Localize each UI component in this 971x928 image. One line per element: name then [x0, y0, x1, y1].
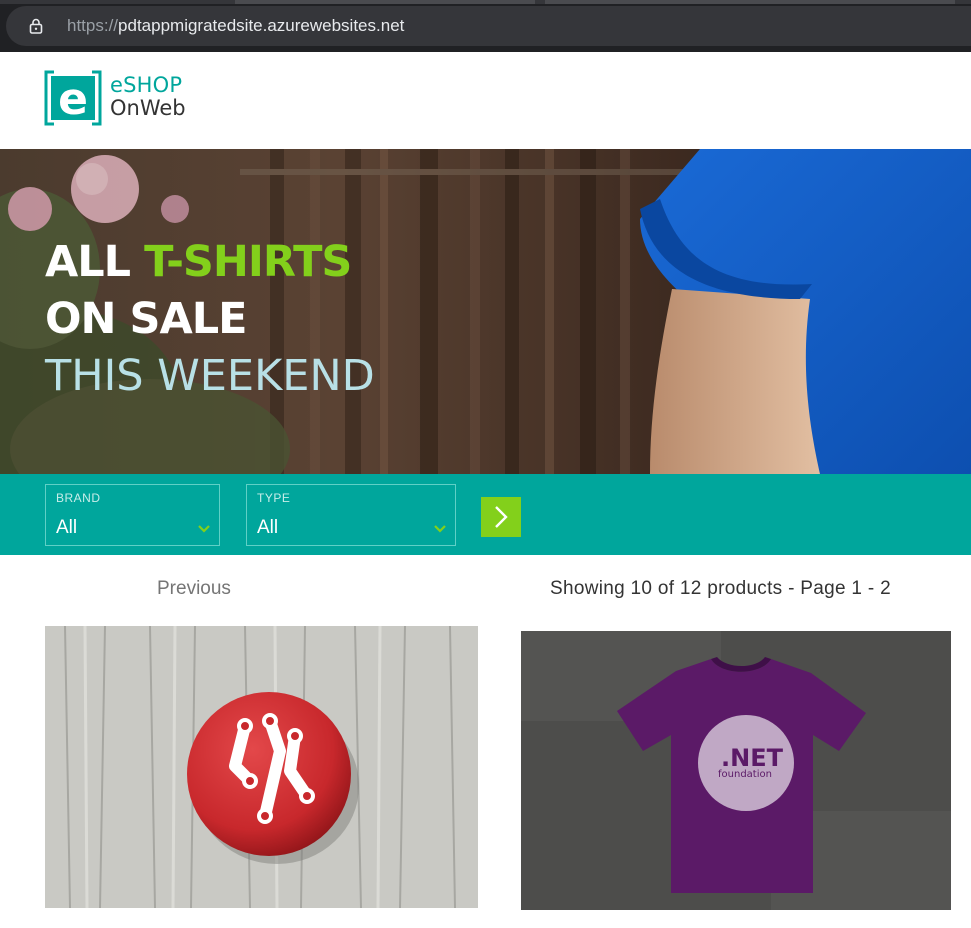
hero-line-1-white: ALL: [45, 237, 131, 287]
pagination-info: Showing 10 of 12 products - Page 1 - 2: [550, 578, 891, 599]
browser-toolbar: https://pdtappmigratedsite.azurewebsites…: [0, 0, 971, 52]
tshirt-print-subtext: foundation: [718, 769, 772, 780]
hero-line-2: ON SALE: [45, 294, 248, 344]
previous-page-link[interactable]: Previous: [157, 578, 231, 600]
red-pin-badge-image: [45, 626, 478, 908]
brand-select-value: All: [56, 517, 78, 538]
hero-line-1: ALL T-SHIRTS: [45, 234, 375, 291]
browser-tab[interactable]: [235, 0, 535, 4]
logo-line1: eSHOP: [110, 73, 183, 97]
site-header: e eSHOP OnWeb: [0, 52, 971, 149]
tab-strip: [0, 0, 971, 4]
logo-mark-letter: e: [58, 74, 88, 125]
type-select-label: TYPE: [257, 491, 291, 505]
address-bar[interactable]: https://pdtappmigratedsite.azurewebsites…: [6, 6, 971, 46]
tshirt-print-text: .NET: [721, 744, 784, 772]
type-select[interactable]: TYPE All: [246, 484, 456, 546]
chevron-right-icon: [495, 506, 508, 528]
browser-tab[interactable]: [545, 0, 955, 4]
pagination-header: Previous Showing 10 of 12 products - Pag…: [0, 555, 971, 625]
chevron-down-icon: [433, 521, 447, 533]
logo-line2: OnWeb: [110, 96, 186, 120]
url-text[interactable]: https://pdtappmigratedsite.azurewebsites…: [67, 14, 404, 38]
logo-wordmark: eSHOP OnWeb: [110, 74, 186, 120]
hero-banner: ALL T-SHIRTS ON SALE THIS WEEKEND: [0, 149, 971, 474]
product-card-image[interactable]: [45, 626, 478, 908]
product-card-image[interactable]: .NET foundation: [521, 631, 951, 910]
chevron-down-icon: [197, 521, 211, 533]
lock-icon[interactable]: [28, 18, 44, 34]
apply-filter-button[interactable]: [481, 497, 521, 537]
hero-headline: ALL T-SHIRTS ON SALE THIS WEEKEND: [45, 234, 375, 405]
logo-e-icon: e: [44, 70, 102, 126]
hero-line-1-green: T-SHIRTS: [144, 237, 352, 287]
url-host: pdtappmigratedsite.azurewebsites.net: [118, 16, 405, 35]
brand-select-label: BRAND: [56, 491, 101, 505]
type-select-value: All: [257, 517, 279, 538]
url-scheme: https://: [67, 16, 119, 35]
catalog-filter-bar: BRAND All TYPE All: [0, 474, 971, 555]
eshop-logo[interactable]: e eSHOP OnWeb: [44, 68, 214, 128]
purple-tshirt-image: .NET foundation: [521, 631, 951, 910]
hero-line-3: THIS WEEKEND: [45, 351, 375, 401]
brand-select[interactable]: BRAND All: [45, 484, 220, 546]
